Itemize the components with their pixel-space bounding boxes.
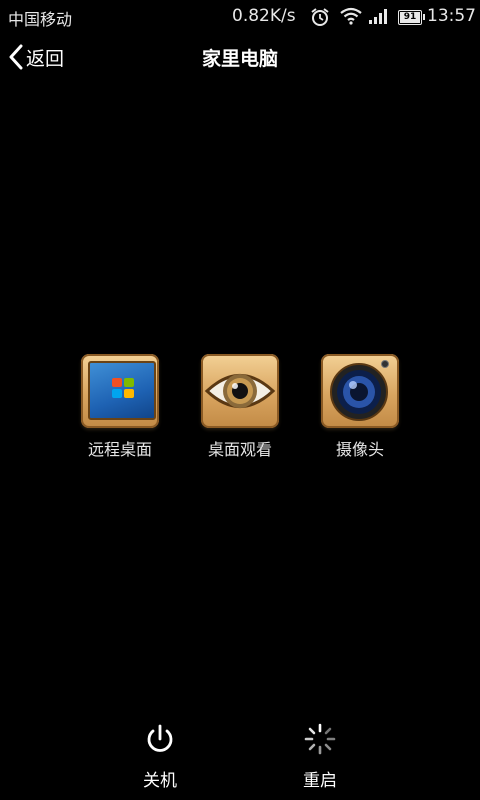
remote-desktop-button[interactable]: 远程桌面: [70, 354, 170, 460]
camera-label: 摄像头: [335, 440, 384, 459]
clock: 13:57: [427, 6, 476, 26]
eye-icon: [201, 354, 279, 428]
status-bar: 中国移动 0.82K/s 91 13:57: [0, 0, 480, 34]
camera-button[interactable]: 摄像头: [310, 354, 410, 460]
power-icon: [147, 724, 173, 752]
remote-desktop-label: 远程桌面: [87, 440, 152, 459]
desktop-view-label: 桌面观看: [207, 440, 272, 459]
carrier-name: 中国移动: [8, 10, 73, 29]
battery-icon: 91: [398, 10, 425, 25]
desktop-view-button[interactable]: 桌面观看: [190, 354, 290, 460]
wifi-icon: [340, 7, 362, 25]
windows-desktop-icon: [81, 354, 159, 428]
shutdown-button[interactable]: 关机: [125, 722, 195, 791]
shutdown-label: 关机: [143, 771, 177, 791]
restart-spinner-icon: [304, 723, 336, 755]
restart-label: 重启: [303, 771, 337, 791]
signal-strength-icon: [369, 9, 387, 24]
restart-button[interactable]: 重启: [285, 722, 355, 791]
camera-lens-icon: [321, 354, 399, 428]
page-title: 家里电脑: [201, 48, 278, 70]
network-speed: 0.82K/s: [232, 6, 296, 26]
battery-level: 91: [400, 12, 420, 23]
alarm-icon: [311, 8, 329, 26]
